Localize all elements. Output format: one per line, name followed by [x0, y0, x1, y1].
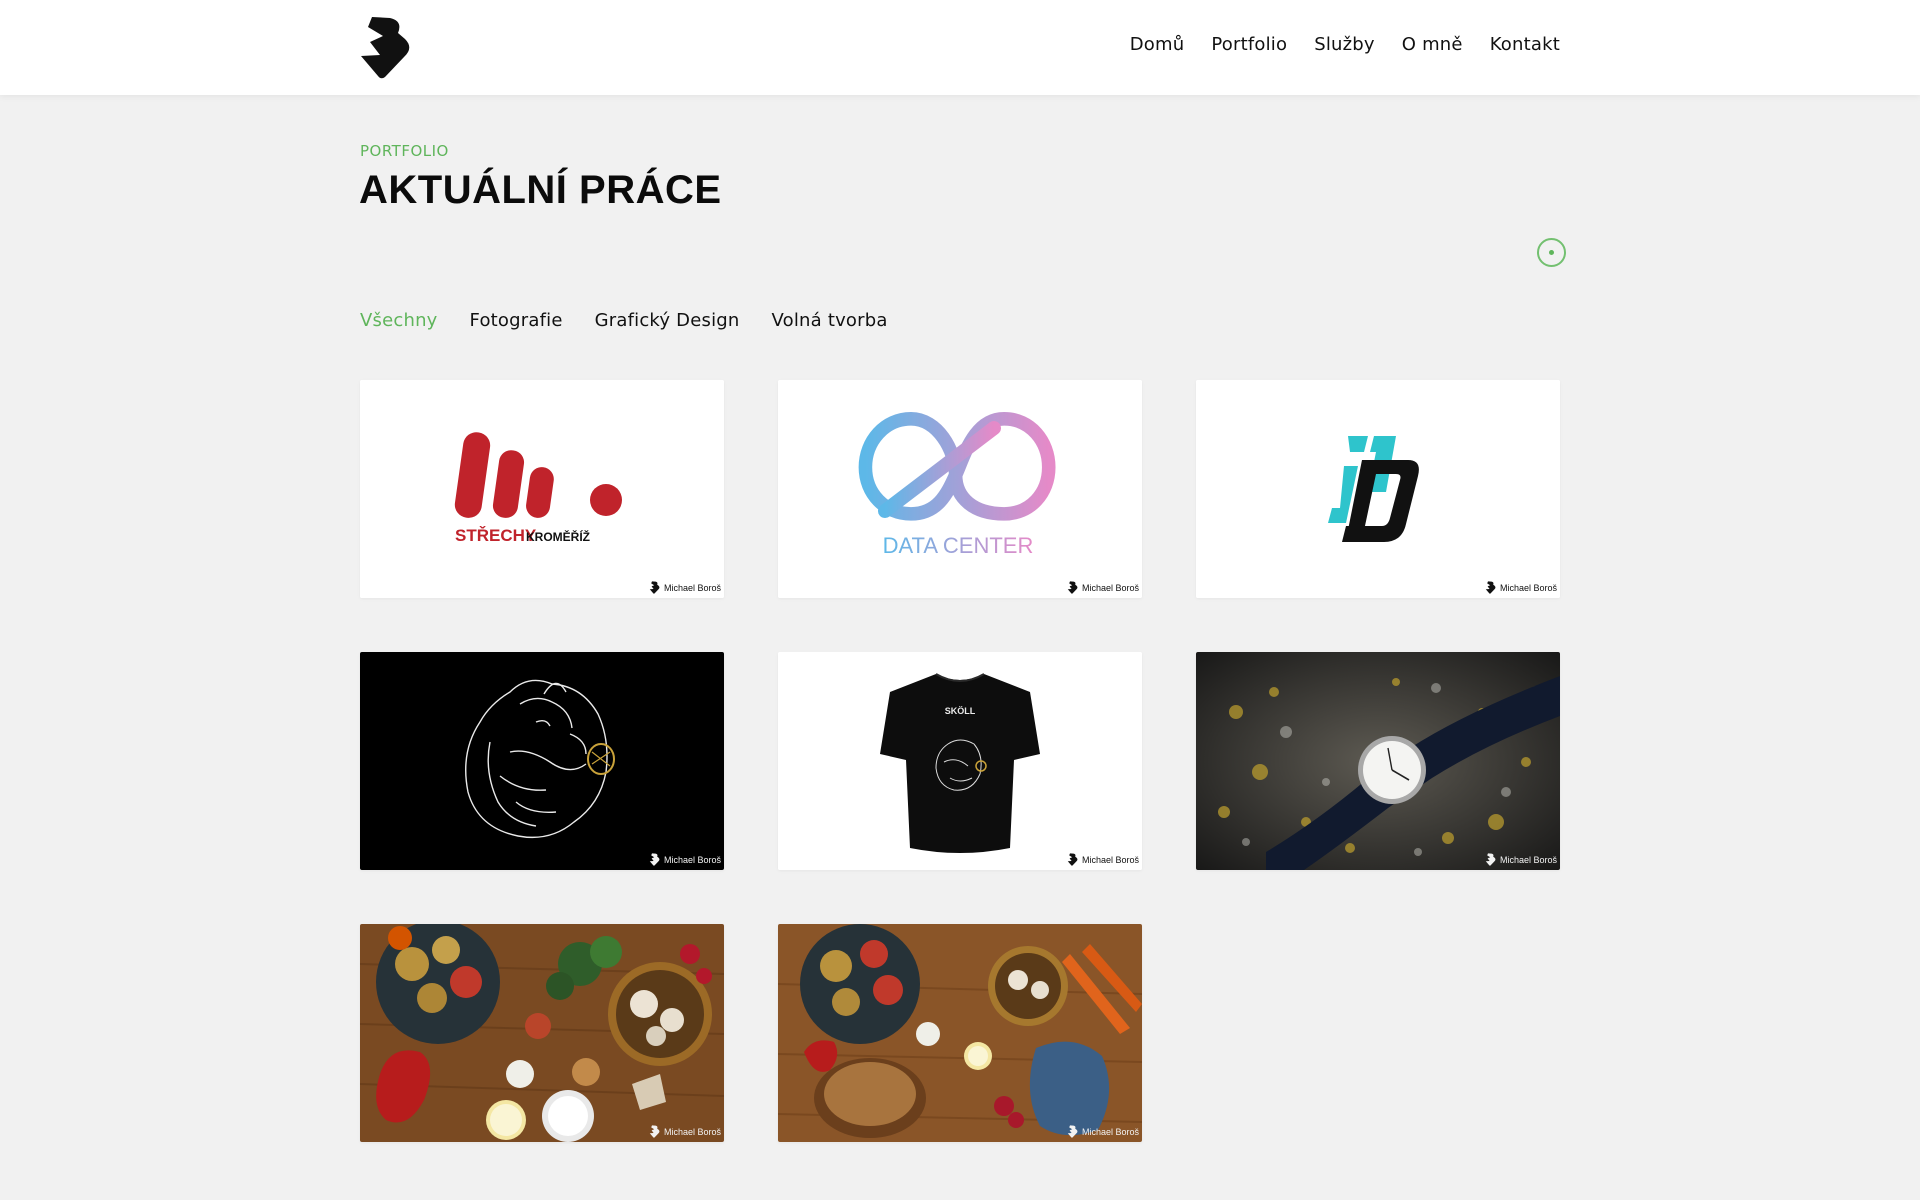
portfolio-item-bear-illustration[interactable]: Michael Boroš [360, 652, 724, 870]
watermark: Michael Boroš [1067, 853, 1139, 866]
wristwatch-photo-art [1196, 652, 1560, 870]
watermark-text: Michael Boroš [1081, 854, 1139, 865]
nav-link-portfolio[interactable]: Portfolio [1211, 34, 1287, 55]
brand-logo[interactable] [359, 15, 415, 80]
data-center-logo-text: DATA CENTER [883, 533, 1034, 558]
id-monogram-art [1196, 380, 1560, 598]
watermark-logo-icon [1067, 581, 1078, 594]
portfolio-item-data-center[interactable]: DATA CENTER Michael Boroš [778, 380, 1142, 598]
site-header: Domů Portfolio Služby O mně Kontakt [0, 0, 1920, 95]
nav-link-o-mne[interactable]: O mně [1402, 34, 1463, 55]
bear-illustration-art [360, 652, 724, 870]
vegetables-photo-1-art [360, 924, 724, 1142]
filter-vsechny[interactable]: Všechny [360, 310, 438, 331]
data-center-logo-art: DATA CENTER [778, 380, 1142, 598]
watermark-text: Michael Boroš [663, 854, 721, 865]
portfolio-grid: STŘECHY KROMĚŘÍŽ Michael Boroš DATA CENT… [360, 380, 1560, 1142]
watermark: Michael Boroš [1067, 1125, 1139, 1138]
strechy-logo-art: STŘECHY KROMĚŘÍŽ [360, 380, 724, 598]
watermark-logo-icon [649, 581, 660, 594]
watermark-logo-icon [1485, 581, 1496, 594]
filter-fotografie[interactable]: Fotografie [470, 310, 563, 331]
watermark: Michael Boroš [1485, 853, 1557, 866]
filter-graficky-design[interactable]: Grafický Design [595, 310, 740, 331]
cursor-ring-icon [1537, 238, 1566, 267]
watermark-text: Michael Boroš [1081, 582, 1139, 593]
watermark-logo-icon [1067, 1125, 1078, 1138]
watermark-text: Michael Boroš [1081, 1126, 1139, 1137]
watermark-logo-icon [1485, 853, 1496, 866]
portfolio-item-vegetables-photo-2[interactable]: Michael Boroš [778, 924, 1142, 1142]
vegetables-photo-2-art [778, 924, 1142, 1142]
watermark: Michael Boroš [649, 1125, 721, 1138]
watermark-text: Michael Boroš [663, 582, 721, 593]
tshirt-brand-text: SKÖLL [945, 706, 976, 716]
portfolio-item-id-monogram[interactable]: Michael Boroš [1196, 380, 1560, 598]
nav-link-kontakt[interactable]: Kontakt [1490, 34, 1560, 55]
watermark-text: Michael Boroš [663, 1126, 721, 1137]
filter-volna-tvorba[interactable]: Volná tvorba [772, 310, 888, 331]
strechy-logo-text: STŘECHY [455, 526, 537, 545]
nav-link-domu[interactable]: Domů [1130, 34, 1185, 55]
watermark: Michael Boroš [649, 853, 721, 866]
section-eyebrow: PORTFOLIO [360, 142, 449, 160]
watermark-text: Michael Boroš [1499, 854, 1557, 865]
section-title: AKTUÁLNÍ PRÁCE [359, 168, 722, 212]
portfolio-item-tshirt-mockup[interactable]: SKÖLL Michael Boroš [778, 652, 1142, 870]
main-nav: Domů Portfolio Služby O mně Kontakt [1130, 34, 1560, 55]
watermark-logo-icon [649, 1125, 660, 1138]
portfolio-item-strechy-kromeriz[interactable]: STŘECHY KROMĚŘÍŽ Michael Boroš [360, 380, 724, 598]
watermark: Michael Boroš [649, 581, 721, 594]
watermark: Michael Boroš [1485, 581, 1557, 594]
portfolio-item-vegetables-photo-1[interactable]: Michael Boroš [360, 924, 724, 1142]
watermark-logo-icon [649, 853, 660, 866]
watermark-text: Michael Boroš [1499, 582, 1557, 593]
watermark: Michael Boroš [1067, 581, 1139, 594]
portfolio-filters: Všechny Fotografie Grafický Design Volná… [360, 310, 888, 331]
portfolio-item-wristwatch-photo[interactable]: Michael Boroš [1196, 652, 1560, 870]
watermark-logo-icon [1067, 853, 1078, 866]
tshirt-mockup-art: SKÖLL [778, 652, 1142, 870]
kromeriz-logo-text: KROMĚŘÍŽ [526, 529, 590, 544]
nav-link-sluzby[interactable]: Služby [1314, 34, 1375, 55]
